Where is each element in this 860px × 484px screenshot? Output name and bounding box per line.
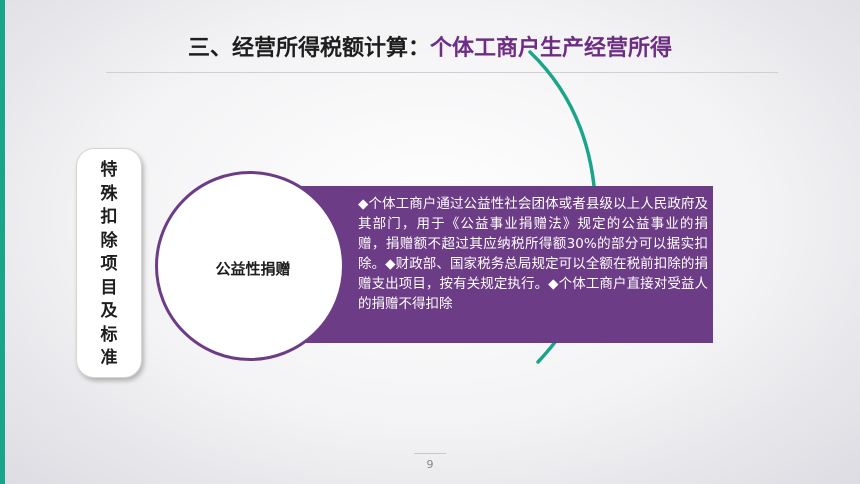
side-char: 目 bbox=[100, 277, 118, 298]
side-char: 及 bbox=[100, 301, 118, 321]
slide: 三、经营所得税额计算：个体工商户生产经营所得 特 殊 扣 除 项 目 及 标 准… bbox=[0, 0, 860, 484]
topic-circle: 公益性捐赠 bbox=[155, 171, 345, 361]
side-title: 特 殊 扣 除 项 目 及 标 准 bbox=[77, 159, 141, 371]
side-char: 项 bbox=[100, 254, 118, 274]
side-char: 准 bbox=[100, 348, 118, 368]
page-number: 9 bbox=[426, 458, 434, 471]
side-char: 特 bbox=[100, 160, 118, 180]
side-char: 除 bbox=[100, 230, 118, 251]
side-char: 殊 bbox=[100, 183, 118, 204]
side-title-card: 特 殊 扣 除 项 目 及 标 准 bbox=[76, 148, 142, 378]
side-char: 标 bbox=[100, 324, 118, 345]
page-number-rule bbox=[414, 453, 446, 454]
topic-label: 公益性捐赠 bbox=[215, 260, 291, 278]
side-char: 扣 bbox=[100, 207, 118, 227]
description-text: ◆个体工商户通过公益性社会团体或者县级以上人民政府及其部门，用于《公益事业捐赠法… bbox=[358, 196, 708, 312]
